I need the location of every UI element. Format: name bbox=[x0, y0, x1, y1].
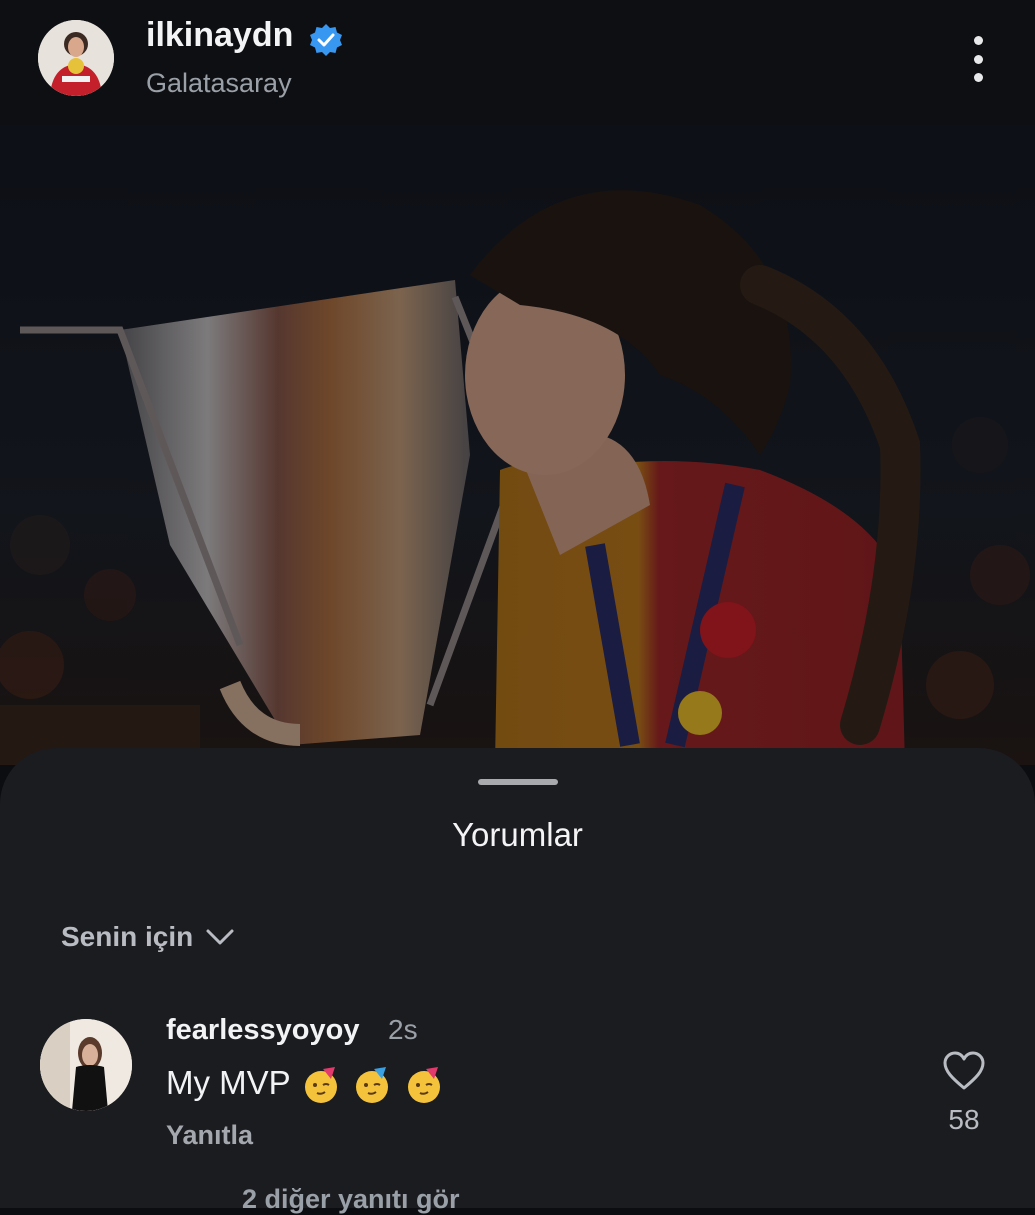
comments-sheet: Yorumlar Senin için fearlessyoyoy 2s My … bbox=[0, 748, 1035, 1214]
filter-label: Senin için bbox=[61, 921, 194, 952]
post-header: ilkinaydn Galatasaray bbox=[0, 0, 1035, 125]
comment-username[interactable]: fearlessyoyoy bbox=[166, 1014, 359, 1047]
partying-face-emoji-icon bbox=[356, 1067, 389, 1104]
comment-timestamp: 2s bbox=[388, 1014, 418, 1045]
post-username[interactable]: ilkinaydn bbox=[146, 16, 293, 55]
comment-avatar[interactable] bbox=[40, 1019, 132, 1111]
partying-face-emoji-icon bbox=[305, 1067, 338, 1104]
like-count: 58 bbox=[948, 1104, 980, 1135]
comments-title: Yorumlar bbox=[452, 816, 583, 853]
post-location[interactable]: Galatasaray bbox=[146, 68, 292, 99]
sheet-drag-handle[interactable] bbox=[478, 779, 558, 785]
like-heart-icon[interactable] bbox=[942, 1050, 986, 1092]
post-photo[interactable] bbox=[0, 125, 1035, 765]
profile-avatar[interactable] bbox=[38, 20, 114, 96]
chevron-down-icon bbox=[206, 929, 234, 945]
more-options-icon[interactable] bbox=[960, 36, 996, 82]
comment-text-content: My MVP bbox=[166, 1064, 291, 1101]
reply-button[interactable]: Yanıtla bbox=[166, 1120, 253, 1151]
verified-badge-icon bbox=[310, 24, 342, 56]
comment-filter-dropdown[interactable]: Senin için bbox=[61, 921, 235, 953]
partying-face-emoji-icon bbox=[407, 1067, 440, 1104]
comment-text: My MVP bbox=[166, 1064, 444, 1105]
